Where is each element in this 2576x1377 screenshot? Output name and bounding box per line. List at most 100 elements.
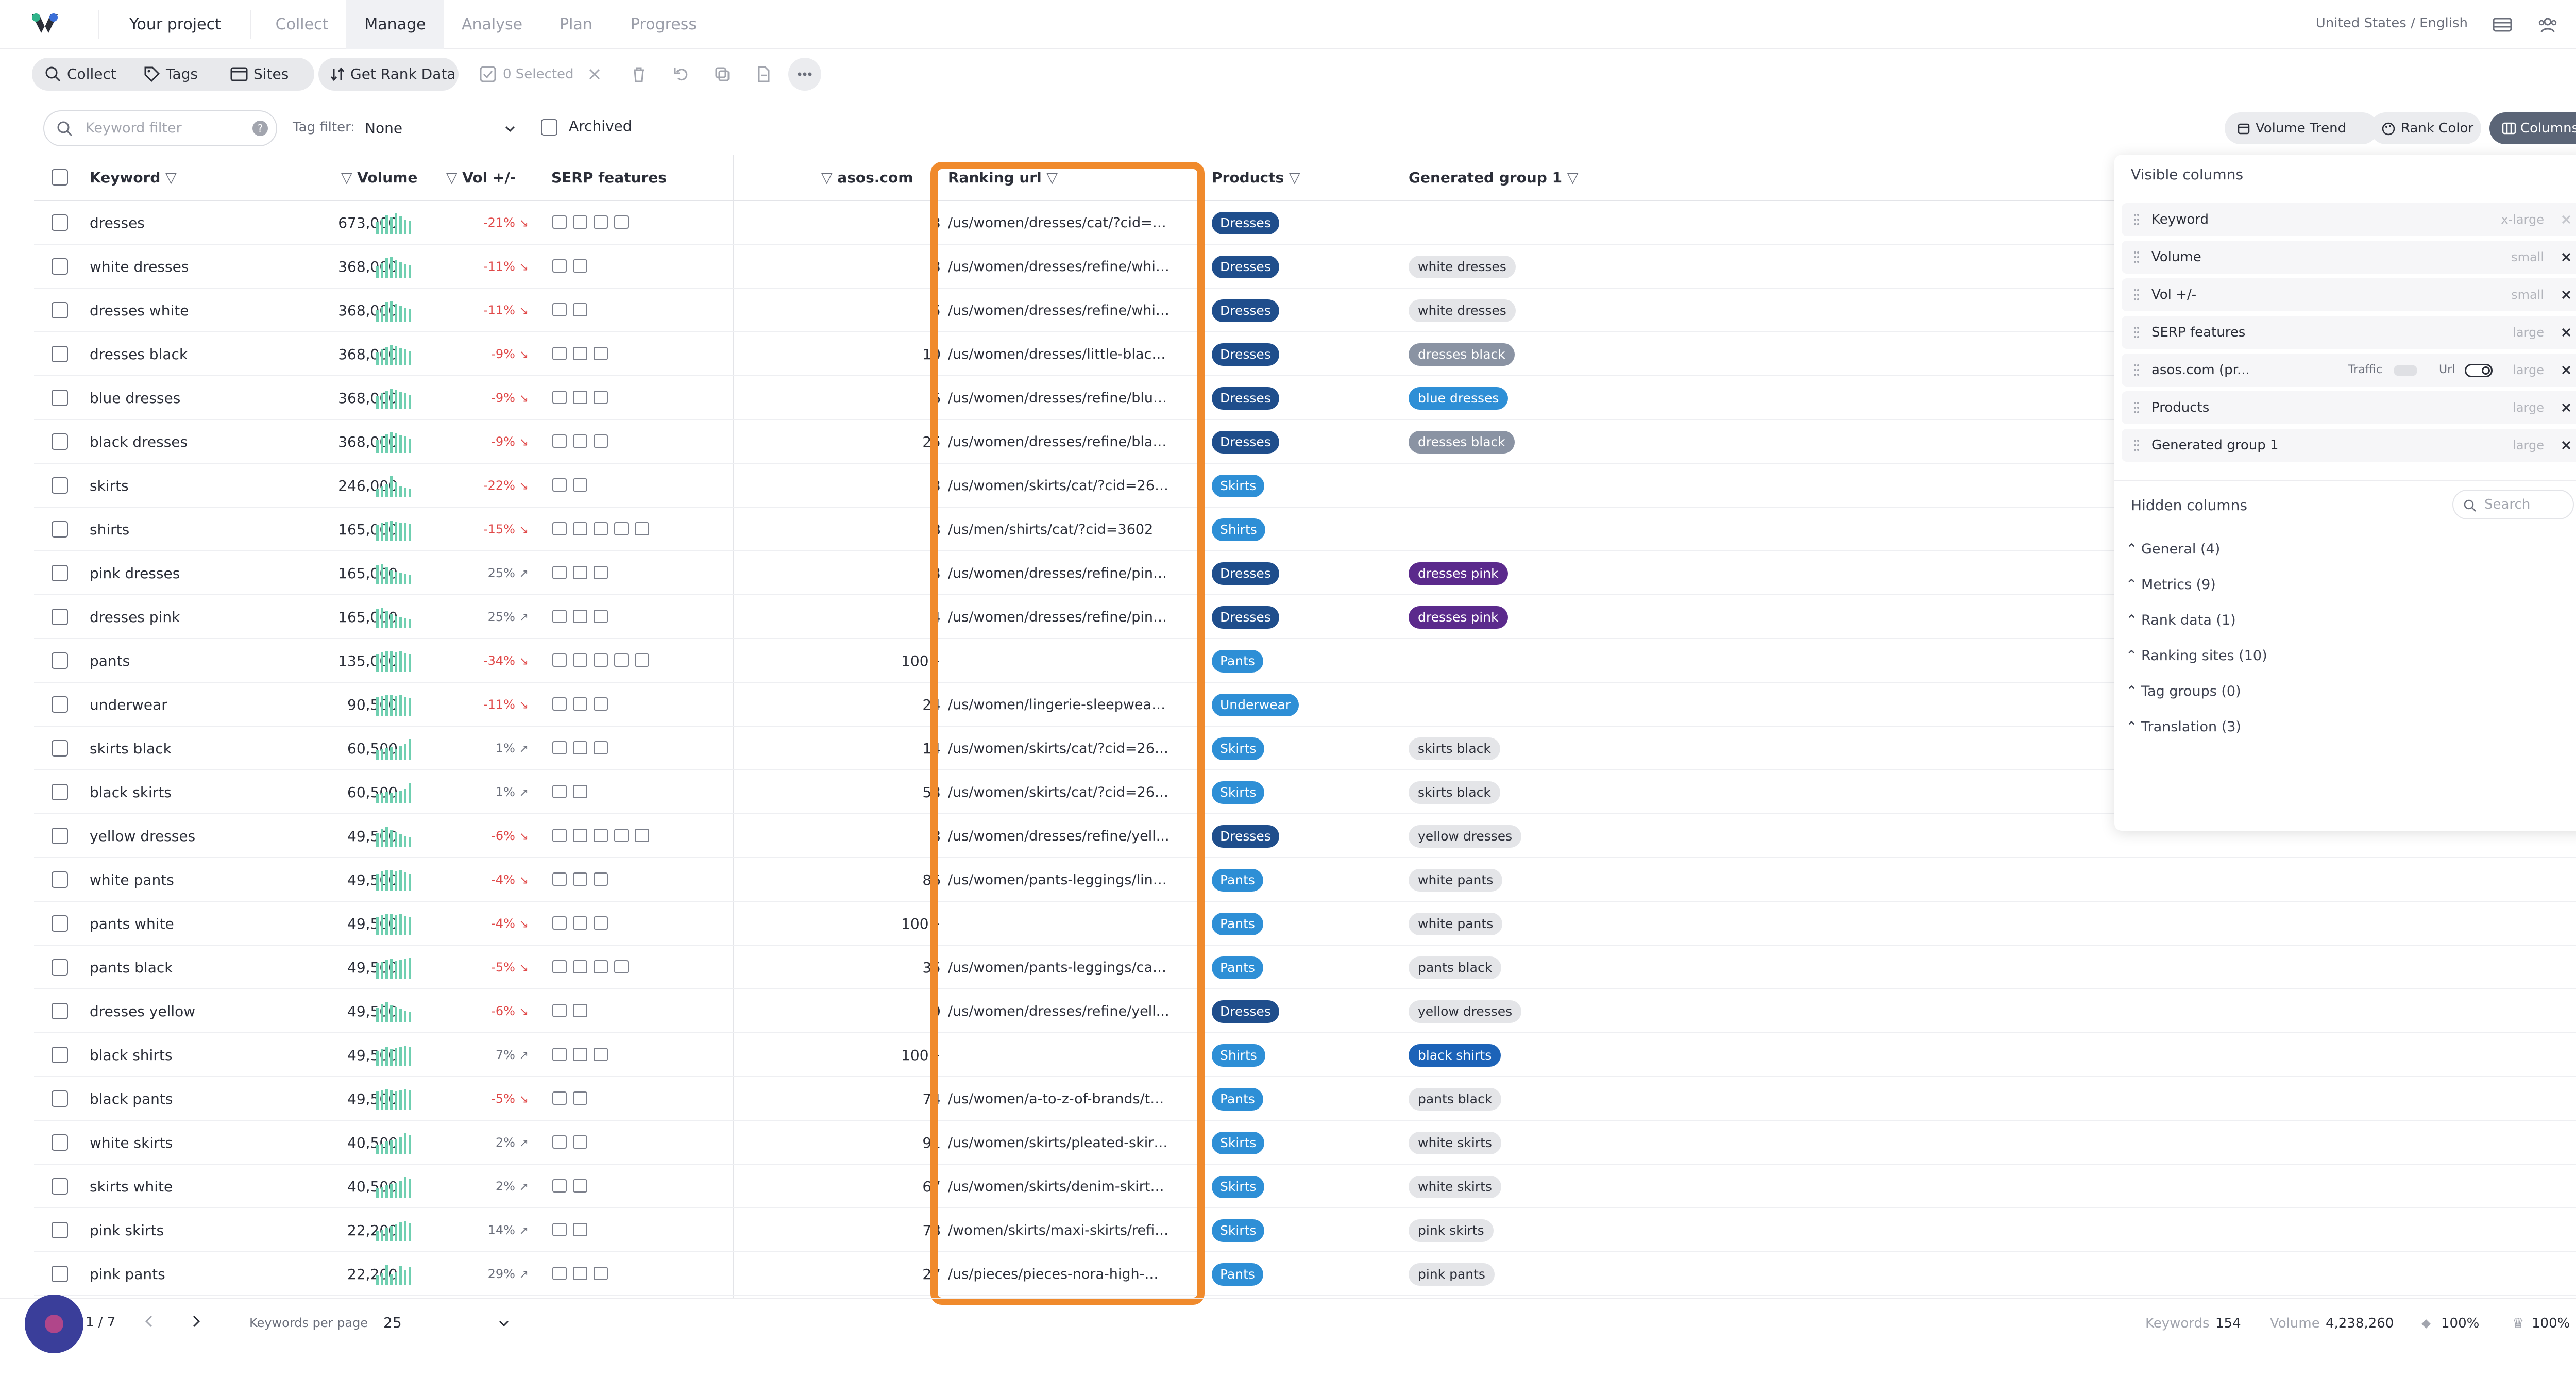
row-checkbox[interactable] xyxy=(52,1178,68,1195)
keyword-cell[interactable]: dresses pink xyxy=(90,595,285,639)
hidden-column-group[interactable]: ⌃ Tag groups (0) xyxy=(2126,683,2241,699)
hidden-column-group[interactable]: ⌃ General (4) xyxy=(2126,541,2220,557)
table-row[interactable]: skirts white 40,500 2% ↗ 67/us/women/skirts… xyxy=(34,1165,2576,1208)
row-checkbox[interactable] xyxy=(52,784,68,800)
traffic-toggle[interactable] xyxy=(2394,365,2417,376)
column-size[interactable]: small xyxy=(2511,241,2544,274)
group-badge[interactable]: skirts black xyxy=(1409,781,1500,804)
header-volume[interactable]: ▽ Volume xyxy=(341,155,417,201)
header-serp-features[interactable]: SERP features xyxy=(551,155,667,201)
header-generated-group[interactable]: Generated group 1 ▽ xyxy=(1409,155,1578,201)
remove-column-icon[interactable] xyxy=(2557,248,2575,266)
tags-button[interactable]: Tags xyxy=(143,58,198,91)
keyword-cell[interactable]: skirts xyxy=(90,464,285,508)
drag-handle-icon[interactable] xyxy=(2133,363,2140,377)
group-badge[interactable]: yellow dresses xyxy=(1409,825,1522,848)
product-badge[interactable]: Dresses xyxy=(1212,1000,1279,1023)
hidden-column-group[interactable]: ⌃ Translation (3) xyxy=(2126,719,2241,735)
row-checkbox[interactable] xyxy=(52,1134,68,1151)
url-toggle[interactable] xyxy=(2465,364,2493,377)
undo-icon[interactable] xyxy=(672,65,690,83)
hidden-column-group[interactable]: ⌃ Ranking sites (10) xyxy=(2126,648,2267,664)
layout-icon[interactable] xyxy=(2492,14,2513,35)
group-badge[interactable]: dresses black xyxy=(1409,343,1515,366)
row-checkbox[interactable] xyxy=(52,302,68,318)
sites-button[interactable]: Sites xyxy=(230,58,289,91)
group-badge[interactable]: white skirts xyxy=(1409,1132,1501,1154)
filter-funnel-icon[interactable]: ▽ xyxy=(341,169,352,186)
product-badge[interactable]: Skirts xyxy=(1212,781,1265,804)
drag-handle-icon[interactable] xyxy=(2133,250,2140,264)
columns-button[interactable]: Columns xyxy=(2489,112,2576,144)
filter-funnel-icon[interactable]: ▽ xyxy=(821,169,833,186)
header-select-all-checkbox[interactable] xyxy=(52,169,68,186)
group-badge[interactable]: yellow dresses xyxy=(1409,1000,1522,1023)
chevron-right-icon[interactable] xyxy=(190,1314,202,1329)
product-badge[interactable]: Dresses xyxy=(1212,256,1279,278)
group-badge[interactable]: white dresses xyxy=(1409,256,1516,278)
hidden-columns-search[interactable]: Search xyxy=(2452,490,2574,519)
row-checkbox[interactable] xyxy=(52,652,68,669)
column-size[interactable]: large xyxy=(2513,354,2544,387)
group-badge[interactable]: pink skirts xyxy=(1409,1219,1494,1242)
keyword-cell[interactable]: dresses xyxy=(90,201,285,245)
row-checkbox[interactable] xyxy=(52,1003,68,1019)
more-options-button[interactable] xyxy=(788,58,821,91)
row-checkbox[interactable] xyxy=(52,959,68,976)
select-all-checkbox-icon[interactable] xyxy=(479,65,497,83)
column-size[interactable]: large xyxy=(2513,316,2544,349)
table-row[interactable]: pink skirts 22,200 14% ↗ 78/women/skirts/ma… xyxy=(34,1208,2576,1252)
row-checkbox[interactable] xyxy=(52,1090,68,1107)
group-badge[interactable]: black shirts xyxy=(1409,1044,1501,1067)
filter-funnel-icon[interactable]: ▽ xyxy=(1567,169,1579,186)
row-checkbox[interactable] xyxy=(52,871,68,888)
row-checkbox[interactable] xyxy=(52,346,68,362)
table-row[interactable]: black pants 49,500 -5% ↘ 74/us/women/a-to-z… xyxy=(34,1077,2576,1121)
tab-analyse[interactable]: Analyse xyxy=(444,0,540,49)
visible-column-row[interactable]: SERP features large xyxy=(2122,316,2576,349)
remove-column-icon[interactable] xyxy=(2557,361,2575,379)
column-size[interactable]: large xyxy=(2513,429,2544,462)
table-row[interactable]: dresses yellow 49,500 -6% ↘ 9/us/women/dres… xyxy=(34,989,2576,1033)
product-badge[interactable]: Skirts xyxy=(1212,737,1265,760)
header-vol-change[interactable]: ▽ Vol +/- xyxy=(446,155,516,201)
keyword-cell[interactable]: white dresses xyxy=(90,245,285,289)
product-badge[interactable]: Dresses xyxy=(1212,431,1279,454)
remove-column-icon[interactable] xyxy=(2557,398,2575,417)
group-badge[interactable]: skirts black xyxy=(1409,737,1500,760)
tag-filter-select[interactable]: None xyxy=(361,110,521,146)
visible-column-row[interactable]: Products large xyxy=(2122,391,2576,424)
get-rank-data-button[interactable]: Get Rank Data xyxy=(318,58,459,91)
product-badge[interactable]: Skirts xyxy=(1212,1219,1265,1242)
hidden-column-group[interactable]: ⌃ Metrics (9) xyxy=(2126,577,2216,593)
product-badge[interactable]: Skirts xyxy=(1212,475,1265,497)
keyword-cell[interactable]: white pants xyxy=(90,858,285,902)
remove-column-icon[interactable] xyxy=(2557,286,2575,304)
row-checkbox[interactable] xyxy=(52,1222,68,1238)
row-checkbox[interactable] xyxy=(52,433,68,450)
table-row[interactable]: pants white 49,500 -4% ↘ 100+ Pants white pan… xyxy=(34,902,2576,946)
keyword-cell[interactable]: yellow dresses xyxy=(90,814,285,858)
drag-handle-icon[interactable] xyxy=(2133,438,2140,452)
header-asos-com[interactable]: ▽ asos.com xyxy=(821,155,913,201)
drag-handle-icon[interactable] xyxy=(2133,325,2140,340)
row-checkbox[interactable] xyxy=(52,696,68,713)
help-icon[interactable]: ? xyxy=(252,121,268,136)
column-size[interactable]: x-large xyxy=(2501,203,2544,236)
row-checkbox[interactable] xyxy=(52,258,68,275)
table-row[interactable]: pants black 49,500 -5% ↘ 35/us/women/pants-… xyxy=(34,946,2576,989)
keyword-cell[interactable]: skirts white xyxy=(90,1165,285,1208)
group-badge[interactable]: dresses pink xyxy=(1409,562,1508,585)
delete-trash-icon[interactable] xyxy=(630,65,648,83)
chevron-left-icon[interactable] xyxy=(143,1314,156,1329)
product-badge[interactable]: Pants xyxy=(1212,913,1263,935)
keyword-filter-input[interactable]: Keyword filter ? xyxy=(43,110,277,146)
keyword-cell[interactable]: pants white xyxy=(90,902,285,946)
archived-checkbox[interactable] xyxy=(541,119,557,136)
chat-bubble-button[interactable] xyxy=(25,1295,83,1353)
keyword-cell[interactable]: shirts xyxy=(90,508,285,551)
header-keyword[interactable]: Keyword ▽ xyxy=(90,155,177,201)
users-icon[interactable] xyxy=(2537,14,2558,35)
document-icon[interactable] xyxy=(754,65,773,83)
keyword-cell[interactable]: white skirts xyxy=(90,1121,285,1165)
